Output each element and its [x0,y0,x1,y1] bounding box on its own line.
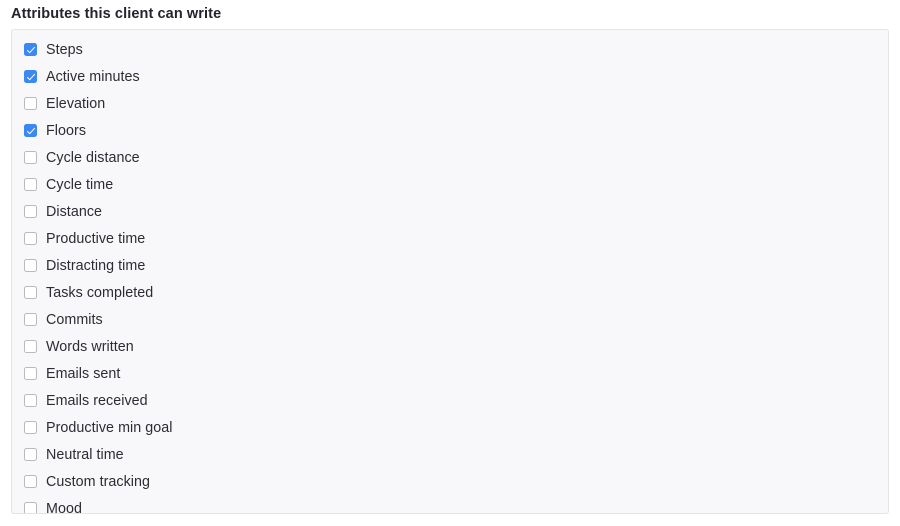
checkbox-checked-icon[interactable] [24,124,37,137]
attribute-label: Cycle time [46,176,114,193]
list-item[interactable]: Commits [12,306,888,333]
attribute-label: Floors [46,122,87,139]
checkbox-unchecked-icon[interactable] [24,448,37,461]
checkbox-unchecked-icon[interactable] [24,97,37,110]
attribute-label: Distracting time [46,257,146,274]
attribute-label: Custom tracking [46,473,151,490]
attribute-label: Steps [46,41,83,58]
list-item[interactable]: Neutral time [12,441,888,468]
list-item[interactable]: Words written [12,333,888,360]
attribute-label: Emails received [46,392,148,409]
attribute-label: Cycle distance [46,149,140,166]
list-item[interactable]: Emails sent [12,360,888,387]
checkbox-unchecked-icon[interactable] [24,151,37,164]
checkbox-unchecked-icon[interactable] [24,232,37,245]
checkbox-checked-icon[interactable] [24,70,37,83]
checkbox-unchecked-icon[interactable] [24,313,37,326]
attributes-panel: Steps Active minutes Elevation Floors Cycle … [11,29,889,514]
attribute-label: Productive min goal [46,419,173,436]
checkbox-unchecked-icon[interactable] [24,205,37,218]
checkbox-unchecked-icon[interactable] [24,286,37,299]
list-item[interactable]: Cycle time [12,171,888,198]
list-item[interactable]: Steps [12,36,888,63]
list-item[interactable]: Tasks completed [12,279,888,306]
list-item[interactable]: Emails received [12,387,888,414]
list-item[interactable]: Distracting time [12,252,888,279]
list-item[interactable]: Mood [12,495,888,514]
list-item[interactable]: Productive min goal [12,414,888,441]
attribute-label: Distance [46,203,103,220]
attribute-label: Neutral time [46,446,124,463]
attribute-label: Words written [46,338,134,355]
checkbox-unchecked-icon[interactable] [24,340,37,353]
list-item[interactable]: Distance [12,198,888,225]
checkbox-unchecked-icon[interactable] [24,475,37,488]
attribute-label: Tasks completed [46,284,154,301]
list-item[interactable]: Cycle distance [12,144,888,171]
list-item[interactable]: Elevation [12,90,888,117]
checkbox-unchecked-icon[interactable] [24,394,37,407]
page-title: Attributes this client can write [11,6,222,22]
checkbox-unchecked-icon[interactable] [24,178,37,191]
checkbox-unchecked-icon[interactable] [24,367,37,380]
list-item[interactable]: Custom tracking [12,468,888,495]
attributes-checkbox-list: Steps Active minutes Elevation Floors Cycle … [12,36,888,514]
attribute-label: Productive time [46,230,146,247]
list-item[interactable]: Active minutes [12,63,888,90]
checkbox-unchecked-icon[interactable] [24,421,37,434]
attribute-label: Elevation [46,95,106,112]
attribute-label: Active minutes [46,68,140,85]
checkbox-unchecked-icon[interactable] [24,502,37,513]
attribute-label: Commits [46,311,103,328]
attributes-write-permissions-page: Attributes this client can write Steps Ac… [0,0,900,526]
attribute-label: Mood [46,500,82,514]
list-item[interactable]: Productive time [12,225,888,252]
checkbox-checked-icon[interactable] [24,43,37,56]
checkbox-unchecked-icon[interactable] [24,259,37,272]
list-item[interactable]: Floors [12,117,888,144]
attribute-label: Emails sent [46,365,121,382]
